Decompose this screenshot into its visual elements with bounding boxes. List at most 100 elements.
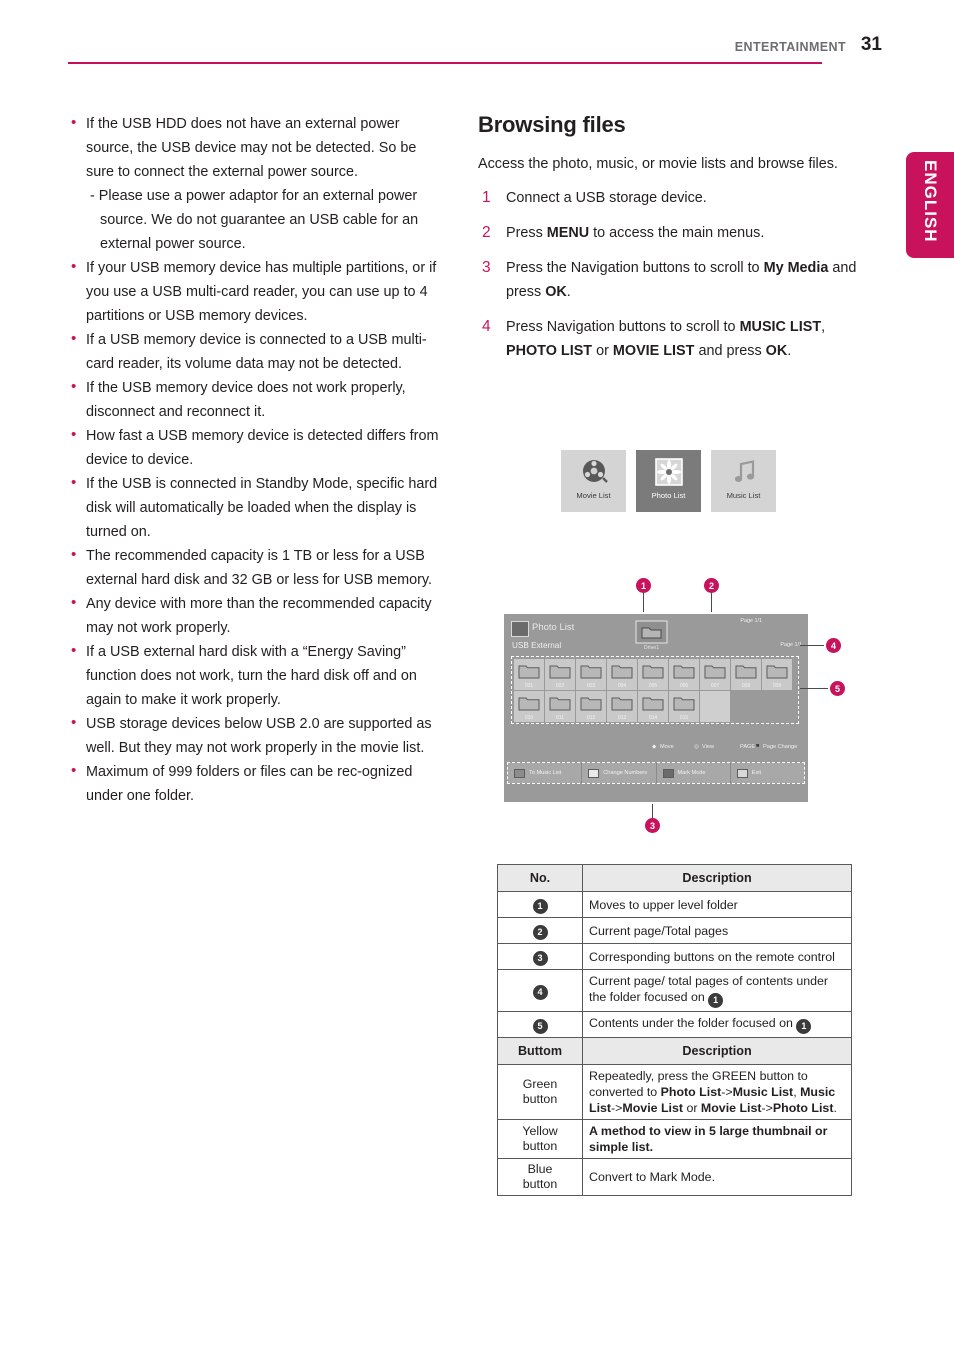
color-key-change-numbers[interactable]: Change Numbers — [582, 763, 657, 783]
list-item-text: Maximum of 999 folders or files can be r… — [86, 764, 413, 804]
folder-cell[interactable]: 012 — [576, 691, 606, 722]
header-rule — [68, 62, 822, 64]
step-item: 3 Press the Navigation buttons to scroll … — [478, 256, 858, 304]
callout-badge-2: 2 — [704, 578, 719, 593]
table-row: Yellow button A method to view in 5 large … — [497, 1119, 852, 1159]
color-key-to-music-list[interactable]: To Music List — [508, 763, 583, 783]
folder-cell[interactable]: 008 — [731, 659, 761, 690]
folder-cell[interactable]: 011 — [545, 691, 575, 722]
tv-hint-bar: ◆ Move ◎ View PAGE ■ Page Change — [504, 742, 808, 758]
folder-grid-row: 001 002 003 004 005 006 007 008 009 — [514, 659, 796, 690]
folder-cell[interactable]: 006 — [669, 659, 699, 690]
list-sub-item: - Please use a power adaptor for an exte… — [90, 188, 419, 252]
media-tile-photo-list[interactable]: Photo List — [636, 450, 701, 512]
leader-line-5 — [800, 688, 828, 689]
table-row: 2 Current page/Total pages — [497, 917, 852, 944]
folder-cell-label: 013 — [617, 715, 627, 721]
page-title: Browsing files — [478, 112, 626, 137]
callout-badge-5: 5 — [830, 681, 845, 696]
folder-cell[interactable]: 002 — [545, 659, 575, 690]
step-text: Connect a USB storage device. — [506, 190, 707, 206]
row-description: Corresponding buttons on the remote cont… — [582, 943, 852, 970]
color-swatch-icon — [736, 768, 748, 778]
photo-list-icon — [511, 621, 529, 637]
hint-page-change-label: Page Change — [763, 744, 798, 750]
step-number: 4 — [482, 318, 491, 335]
hint-page-key: PAGE — [740, 744, 756, 750]
language-tab: ENGLISH — [906, 152, 954, 258]
folder-cell-label: 002 — [555, 683, 565, 689]
folder-cell[interactable]: 005 — [638, 659, 668, 690]
right-column: Browsing files Access the photo, music, … — [478, 112, 858, 374]
row-number-badge: 3 — [497, 943, 583, 970]
tv-source-label: USB External — [512, 641, 562, 650]
list-item-text: If the USB memory device does not work p… — [86, 380, 406, 420]
list-item-text: If your USB memory device has multiple p… — [86, 260, 437, 324]
list-item: How fast a USB memory device is detected… — [68, 423, 440, 472]
list-item-text: If the USB HDD does not have an external… — [86, 116, 417, 180]
media-tile-movie-list[interactable]: Movie List — [561, 450, 626, 512]
list-item-text: If a USB external hard disk with a “Ener… — [86, 644, 417, 708]
callout-badge-4: 4 — [826, 638, 841, 653]
folder-cell-empty — [762, 691, 792, 722]
folder-cell[interactable]: 010 — [514, 691, 544, 722]
table-header-row: Buttom Description — [497, 1037, 852, 1065]
col-header-buttom: Buttom — [497, 1037, 583, 1065]
media-tile-music-list[interactable]: Music List — [711, 450, 776, 512]
step-text: Press the Navigation buttons to scroll t… — [506, 260, 857, 300]
row-number-badge: 2 — [497, 917, 583, 944]
color-key-mark-mode[interactable]: Mark Mode — [656, 763, 731, 783]
step-number: 3 — [482, 259, 491, 276]
folder-cell[interactable]: 014 — [638, 691, 668, 722]
language-tab-label: ENGLISH — [921, 160, 940, 243]
up-folder-icon[interactable] — [635, 620, 668, 644]
folder-cell-label: 007 — [710, 683, 720, 689]
color-key-exit[interactable]: Exit — [730, 763, 804, 783]
row-description: Repeatedly, press the GREEN button to co… — [582, 1064, 852, 1120]
list-item-text: Any device with more than the recommende… — [86, 596, 432, 636]
film-reel-icon — [579, 457, 609, 487]
folder-cell-label: 006 — [679, 683, 689, 689]
tv-screen-title: Photo List — [532, 622, 575, 633]
reference-table: No. Description 1 Moves to upper level fo… — [497, 864, 852, 1196]
tv-ui-screenshot: Photo List USB External Drive1 Page 1/1 … — [504, 586, 828, 824]
folder-cell[interactable]: 003 — [576, 659, 606, 690]
list-item: USB storage devices below USB 2.0 are su… — [68, 711, 440, 760]
hint-move-label: Move — [660, 744, 674, 750]
dpad-icon: ◆ — [652, 744, 657, 750]
folder-grid-row: 010 011 012 013 014 015 — [514, 691, 796, 722]
list-item: Maximum of 999 folders or files can be r… — [68, 759, 440, 808]
row-description: Moves to upper level folder — [582, 891, 852, 918]
step-item: 2 Press MENU to access the main menus. — [478, 221, 858, 245]
number-badge-icon: 1 — [532, 899, 548, 914]
folder-cell[interactable]: 001 — [514, 659, 544, 690]
color-key-label: Change Numbers — [603, 770, 648, 776]
folder-cell[interactable]: 015 — [669, 691, 699, 722]
folder-cell-label: 014 — [648, 715, 658, 721]
list-item: If the USB is connected in Standby Mode,… — [68, 471, 440, 544]
section-intro: Access the photo, music, or movie lists … — [478, 156, 838, 172]
list-item: Any device with more than the recommende… — [68, 591, 440, 640]
list-item: If a USB memory device is connected to a… — [68, 327, 440, 376]
folder-cell[interactable]: 007 — [700, 659, 730, 690]
folder-cell[interactable]: 013 — [607, 691, 637, 722]
row-number-badge: 1 — [497, 891, 583, 918]
table-row: 5 Contents under the folder focused on 1 — [497, 1011, 852, 1038]
tv-color-key-bar: To Music List Change Numbers Mark Mode Exit — [507, 762, 805, 784]
folder-cell[interactable]: 004 — [607, 659, 637, 690]
usb-notes-list: If the USB HDD does not have an external… — [68, 111, 440, 808]
folder-grid: 001 002 003 004 005 006 007 008 009 010 011 012 013… — [511, 656, 799, 724]
number-badge-icon: 4 — [532, 985, 548, 1000]
row-description: Current page/Total pages — [582, 917, 852, 944]
media-tile-label: Music List — [726, 491, 761, 500]
music-note-icon — [729, 457, 759, 487]
folder-cell-label: 004 — [617, 683, 627, 689]
list-item: The recommended capacity is 1 TB or less… — [68, 543, 440, 592]
folder-cell-label: 005 — [648, 683, 658, 689]
left-column: If the USB HDD does not have an external… — [68, 111, 440, 808]
folder-cell[interactable]: 009 — [762, 659, 792, 690]
number-badge-icon: 3 — [532, 951, 548, 966]
inline-number-badge-icon: 1 — [796, 1019, 812, 1034]
color-key-label: Exit — [751, 770, 762, 776]
list-item: If the USB memory device does not work p… — [68, 375, 440, 424]
